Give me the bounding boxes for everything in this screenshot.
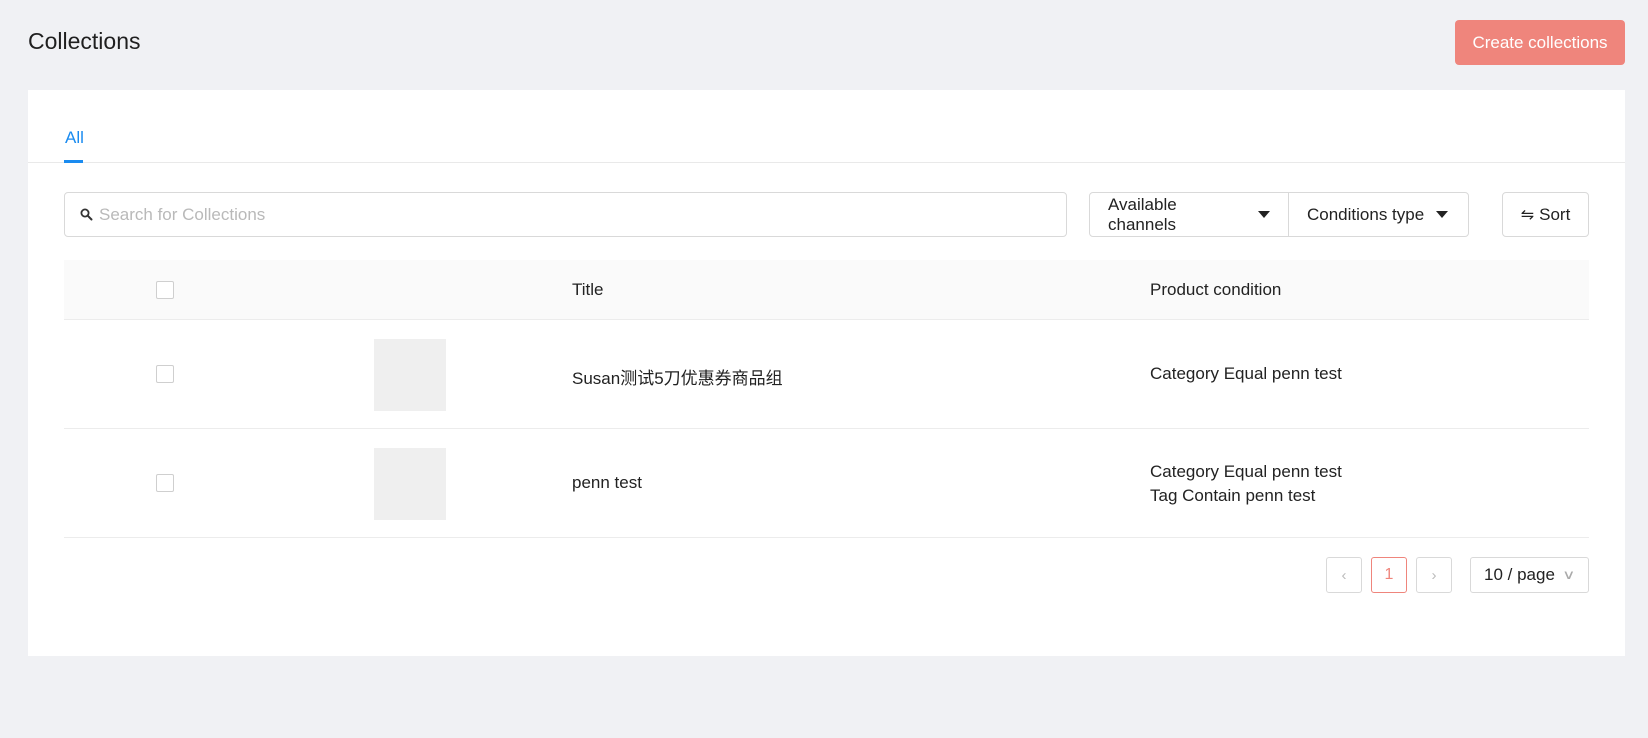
sort-button[interactable]: ⇋ Sort — [1502, 192, 1589, 237]
row-checkbox[interactable] — [156, 365, 174, 383]
caret-down-icon — [1258, 211, 1270, 218]
sort-arrows-icon: ⇋ — [1520, 206, 1535, 224]
tab-active-indicator — [64, 160, 83, 163]
collection-thumbnail — [374, 339, 446, 411]
page-title: Collections — [28, 28, 141, 54]
available-channels-dropdown[interactable]: Available channels — [1090, 193, 1289, 236]
caret-down-icon — [1436, 211, 1449, 218]
chevron-down-icon: ∨ — [1562, 567, 1576, 582]
pagination: ‹ 1 › 10 / page ∨ — [1326, 557, 1589, 593]
conditions-type-label: Conditions type — [1307, 204, 1425, 224]
collections-table: Title Product condition Susan测试5刀优惠券商品组 … — [64, 260, 1589, 538]
page-number-current[interactable]: 1 — [1371, 557, 1407, 593]
search-icon — [79, 208, 93, 222]
table-row[interactable]: penn test Category Equal penn test Tag C… — [64, 429, 1589, 538]
product-condition-cell: Category Equal penn test — [1150, 362, 1342, 386]
prev-page-button[interactable]: ‹ — [1326, 557, 1362, 593]
collection-title[interactable]: Susan测试5刀优惠券商品组 — [572, 364, 783, 389]
search-input[interactable] — [99, 193, 1066, 236]
filter-group: Available channels Conditions type — [1089, 192, 1469, 237]
table-row[interactable]: Susan测试5刀优惠券商品组 Category Equal penn test — [64, 320, 1589, 429]
collection-thumbnail — [374, 448, 446, 520]
search-box[interactable] — [64, 192, 1067, 237]
condition-line: Category Equal penn test — [1150, 364, 1342, 383]
next-page-button[interactable]: › — [1416, 557, 1452, 593]
sort-label: Sort — [1539, 204, 1571, 224]
tab-all[interactable]: All — [64, 128, 85, 163]
select-all-checkbox[interactable] — [156, 281, 174, 299]
column-header-title: Title — [572, 280, 604, 299]
condition-line: Category Equal penn test — [1150, 462, 1342, 481]
table-header: Title Product condition — [64, 260, 1589, 320]
chevron-left-icon: ‹ — [1341, 566, 1347, 584]
conditions-type-dropdown[interactable]: Conditions type — [1289, 193, 1468, 236]
page-size-label: 10 / page — [1484, 565, 1555, 584]
page-size-select[interactable]: 10 / page ∨ — [1470, 557, 1589, 593]
collection-title[interactable]: penn test — [572, 473, 642, 493]
row-checkbox[interactable] — [156, 474, 174, 492]
available-channels-label: Available channels — [1108, 194, 1177, 234]
column-header-product-condition: Product condition — [1150, 280, 1282, 299]
condition-line: Tag Contain penn test — [1150, 486, 1316, 505]
chevron-right-icon: › — [1431, 566, 1437, 584]
tab-bar: All — [28, 90, 1625, 163]
page-header: Collections Create collections — [0, 0, 1648, 90]
product-condition-cell: Category Equal penn test Tag Contain pen… — [1150, 460, 1342, 508]
create-collections-button[interactable]: Create collections — [1455, 20, 1625, 65]
